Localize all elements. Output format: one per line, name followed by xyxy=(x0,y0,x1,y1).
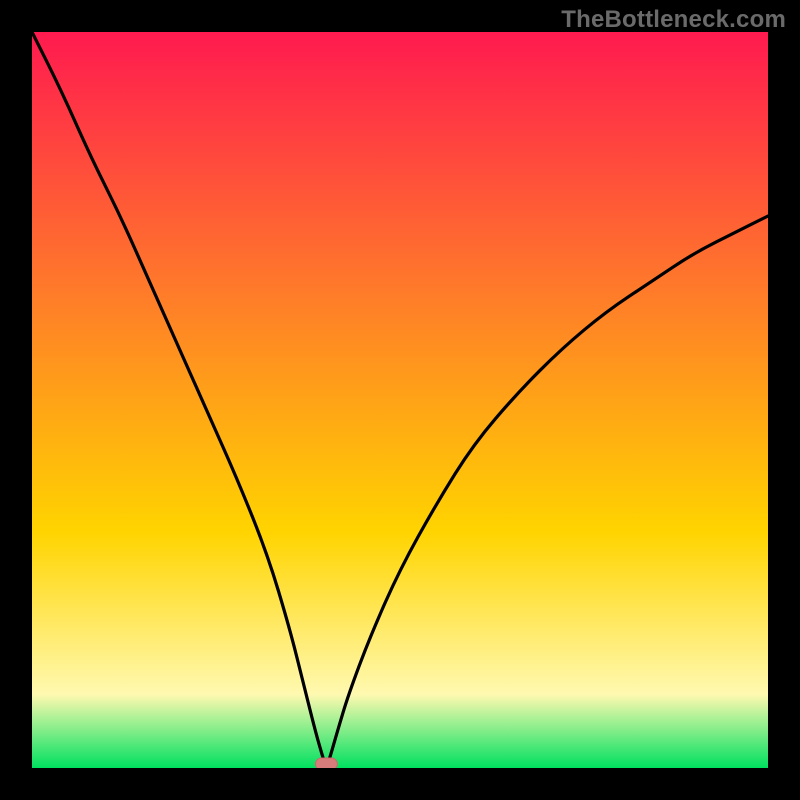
chart-frame: TheBottleneck.com xyxy=(0,0,800,800)
plot-area xyxy=(32,32,768,768)
watermark-text: TheBottleneck.com xyxy=(561,6,786,34)
bottleneck-chart-svg xyxy=(32,32,768,768)
gradient-background xyxy=(32,32,768,768)
optimum-marker xyxy=(315,758,337,768)
